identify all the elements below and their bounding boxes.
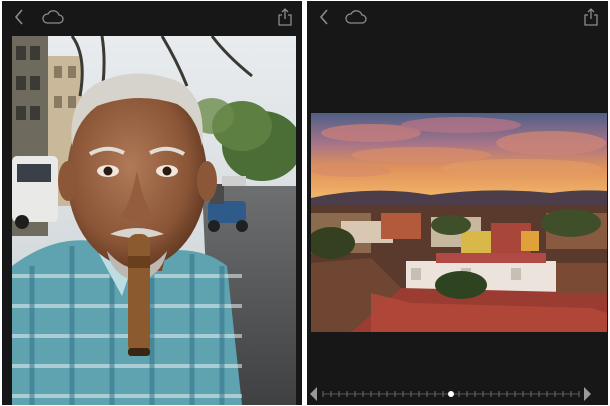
photo-viewer-screen-right <box>307 1 608 405</box>
sunset-rooftops-photo-image <box>311 113 607 332</box>
scrubber-knob[interactable] <box>448 391 454 397</box>
portrait-photo-image <box>12 36 296 405</box>
caret-left-icon[interactable] <box>310 387 317 401</box>
cloud-icon[interactable] <box>42 9 64 25</box>
photo-viewer-screen-left <box>2 1 302 405</box>
caret-right-icon[interactable] <box>584 387 591 401</box>
portrait-photo[interactable] <box>12 36 296 405</box>
chevron-left-icon[interactable] <box>10 9 28 25</box>
share-icon[interactable] <box>276 8 294 26</box>
chevron-left-icon[interactable] <box>315 9 333 25</box>
photo-scrubber[interactable] <box>307 383 608 405</box>
top-toolbar <box>2 1 302 33</box>
share-icon[interactable] <box>582 8 600 26</box>
cloud-icon[interactable] <box>345 9 367 25</box>
top-toolbar <box>307 1 608 33</box>
sunset-rooftops-photo[interactable] <box>311 113 607 332</box>
